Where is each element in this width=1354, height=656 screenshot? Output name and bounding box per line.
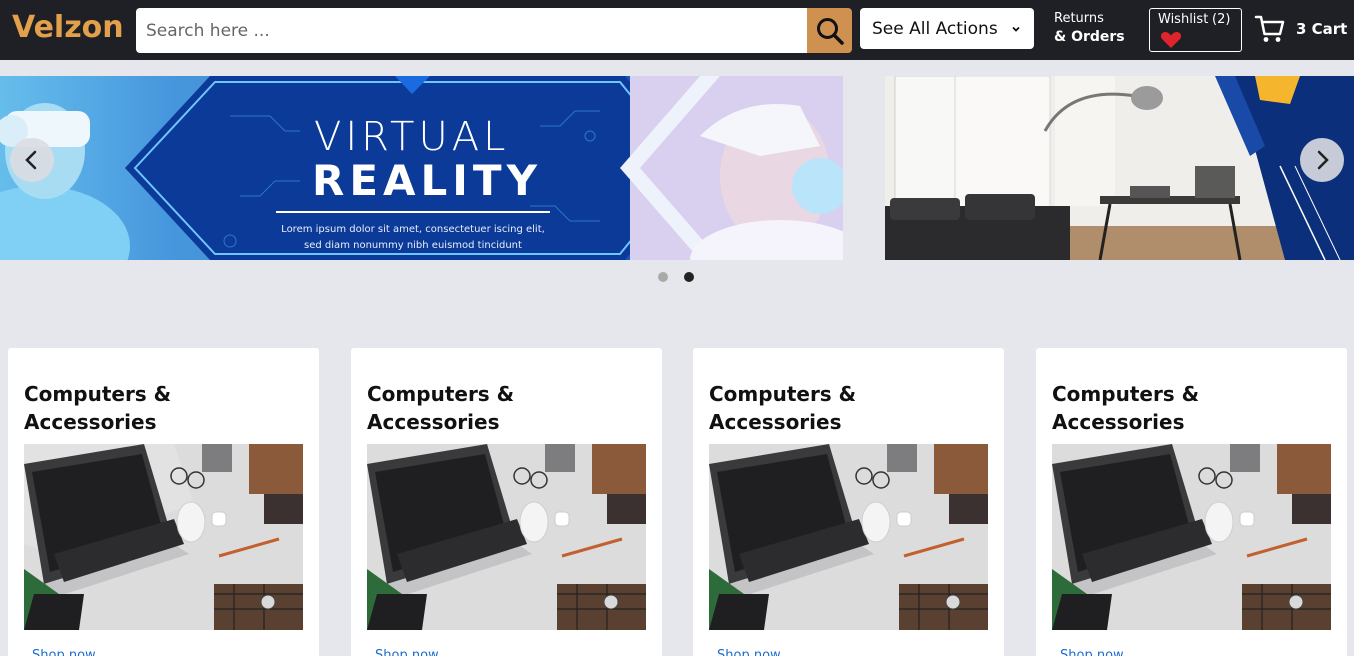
returns-label: Returns (1054, 11, 1104, 26)
slide-divider (276, 211, 550, 213)
search-bar (136, 8, 852, 53)
search-icon (816, 17, 844, 45)
chevron-right-icon (1317, 150, 1329, 170)
card-title: Computers & Accessories (1052, 382, 1200, 434)
shop-now-link[interactable]: Shop now (375, 648, 439, 656)
interior-banner-graphic (885, 76, 1354, 260)
category-card: Computers & Accessories Shop now (1036, 348, 1347, 656)
cart-label: 3 Cart (1296, 20, 1348, 38)
card-title: Computers & Accessories (367, 382, 515, 434)
laptop-desk-image (24, 444, 303, 630)
chevron-down-icon (1012, 26, 1020, 32)
card-image[interactable] (709, 444, 988, 630)
card-image[interactable] (367, 444, 646, 630)
card-title: Computers & Accessories (24, 382, 172, 434)
card-image[interactable] (1052, 444, 1331, 630)
slide-title-line2: REALITY (312, 156, 542, 205)
chevron-left-icon (25, 150, 37, 170)
slide-virtual-reality[interactable]: VIRTUAL REALITY Lorem ipsum dolor sit am… (0, 76, 843, 260)
actions-label: See All Actions (872, 18, 998, 39)
cart-button[interactable]: 3 Cart (1254, 13, 1347, 45)
shop-now-link[interactable]: Shop now (32, 648, 96, 656)
wishlist-button[interactable]: Wishlist (2) (1149, 8, 1242, 52)
carousel-next-button[interactable] (1300, 138, 1344, 182)
carousel-dot-2[interactable] (684, 272, 694, 282)
laptop-desk-image (1052, 444, 1331, 630)
heart-icon (1160, 32, 1182, 48)
category-card: Computers & Accessories Shop now (8, 348, 319, 656)
carousel-indicators (658, 272, 694, 282)
see-all-actions-dropdown[interactable]: See All Actions (860, 8, 1034, 49)
laptop-desk-image (367, 444, 646, 630)
cart-icon (1254, 15, 1285, 42)
category-card: Computers & Accessories Shop now (351, 348, 662, 656)
laptop-desk-image (709, 444, 988, 630)
wishlist-count: (2) (1212, 12, 1231, 27)
logo[interactable]: Velzon (12, 10, 124, 45)
slide-title-line1: VIRTUAL (314, 114, 510, 160)
search-button[interactable] (807, 8, 852, 53)
orders-label: & Orders (1054, 29, 1125, 45)
carousel-dot-1[interactable] (658, 272, 668, 282)
slide-description: Lorem ipsum dolor sit amet, consectetuer… (281, 224, 545, 251)
wishlist-label: Wishlist (1158, 12, 1209, 27)
shop-now-link[interactable]: Shop now (1060, 648, 1124, 656)
card-title: Computers & Accessories (709, 382, 857, 434)
shop-now-link[interactable]: Shop now (717, 648, 781, 656)
slide-interior[interactable] (885, 76, 1354, 260)
search-input[interactable] (136, 8, 807, 53)
hero-carousel: VIRTUAL REALITY Lorem ipsum dolor sit am… (0, 76, 1354, 260)
top-header: Velzon See All Actions Returns & Orders … (0, 0, 1354, 60)
returns-orders-link[interactable]: Returns & Orders (1054, 10, 1125, 46)
category-card: Computers & Accessories Shop now (693, 348, 1004, 656)
card-image[interactable] (24, 444, 303, 630)
carousel-prev-button[interactable] (10, 138, 54, 182)
